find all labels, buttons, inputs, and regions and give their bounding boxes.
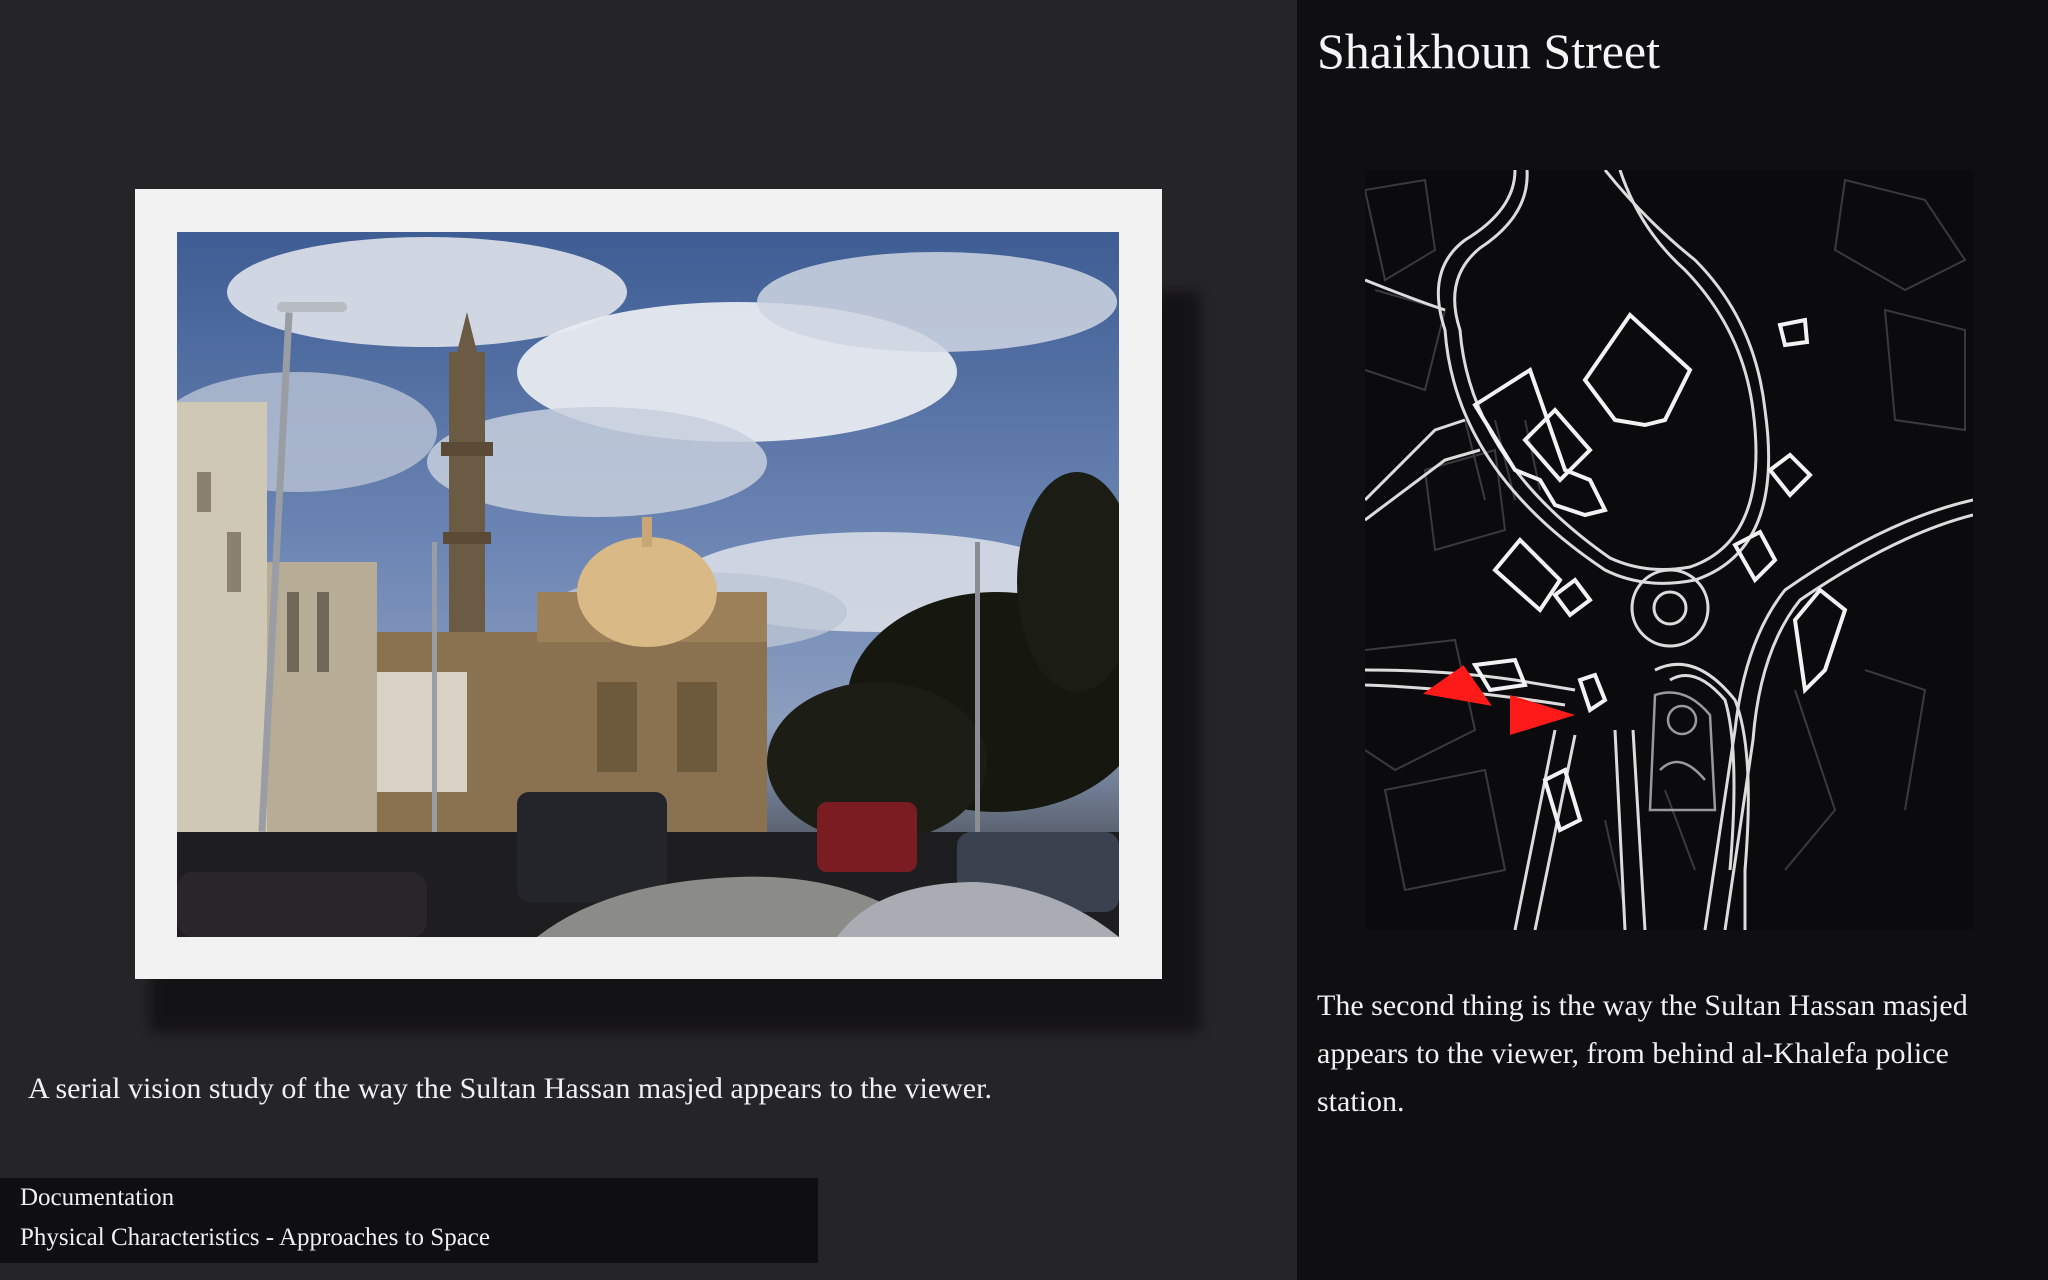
- footer-section: Documentation: [20, 1184, 175, 1211]
- footer-breadcrumb: Documentation Physical Characteristics -…: [0, 1178, 818, 1263]
- photo-frame: [135, 189, 1162, 979]
- page-title: Shaikhoun Street: [1317, 23, 1661, 79]
- street-map: [1365, 170, 1973, 930]
- map-caption: The second thing is the way the Sultan H…: [1317, 989, 1968, 1118]
- photo-caption: A serial vision study of the way the Sul…: [28, 1072, 992, 1105]
- footer-subsection: Physical Characteristics - Approaches to…: [20, 1224, 490, 1251]
- mosque-photo: [177, 232, 1119, 937]
